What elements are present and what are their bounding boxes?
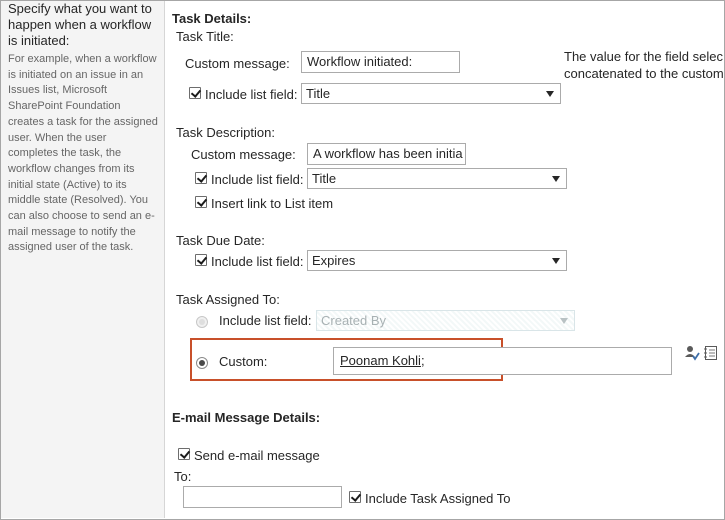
task-title-field-select[interactable]: Title (301, 83, 561, 104)
chevron-down-icon (546, 91, 554, 97)
assigned-field-value: Created By (321, 313, 387, 328)
description-panel: Specify what you want to happen when a w… (1, 1, 165, 518)
section-heading: Specify what you want to happen when a w… (8, 1, 152, 48)
assigned-custom-radio[interactable] (196, 357, 208, 369)
assigned-people-picker[interactable]: Poonam Kohli; (333, 347, 672, 375)
task-description-label: Task Description: (176, 125, 275, 140)
task-description-custom-message-input[interactable]: A workflow has been initia (307, 143, 466, 165)
resolved-user[interactable]: Poonam Kohli (340, 353, 421, 368)
to-label: To: (174, 469, 192, 484)
task-due-date-field-value: Expires (312, 253, 356, 268)
task-description-field-select[interactable]: Title (307, 168, 567, 189)
task-title-note-line1: The value for the field selec (564, 49, 723, 64)
assigned-include-label: Include list field: (219, 313, 312, 328)
task-title-custom-message-label: Custom message: (185, 56, 290, 71)
chevron-down-icon (560, 318, 568, 324)
task-title-field-value: Title (306, 86, 331, 101)
task-details-title: Task Details: (172, 11, 252, 26)
include-task-assigned-label: Include Task Assigned To (365, 491, 511, 506)
insert-link-label: Insert link to List item (211, 196, 334, 211)
assigned-include-radio[interactable] (196, 316, 208, 328)
task-title-custom-message-input[interactable]: Workflow initiated: (301, 51, 460, 73)
task-title-include-label: Include list field: (205, 87, 298, 102)
chevron-down-icon (552, 258, 560, 264)
assigned-field-select[interactable]: Created By (316, 310, 575, 331)
task-assigned-to-label: Task Assigned To: (176, 292, 280, 307)
task-title-label: Task Title: (176, 29, 234, 44)
to-input[interactable] (183, 486, 342, 508)
task-description-custom-message-label: Custom message: (191, 147, 296, 162)
address-book-icon[interactable] (703, 345, 719, 361)
send-email-label: Send e-mail message (194, 448, 320, 463)
task-description-include-label: Include list field: (211, 172, 304, 187)
assigned-custom-label: Custom: (219, 354, 268, 369)
task-description-field-value: Title (312, 171, 337, 186)
task-due-date-include-label: Include list field: (211, 254, 304, 269)
send-email-checkbox[interactable] (178, 448, 190, 460)
task-description-include-checkbox[interactable] (195, 172, 207, 184)
check-names-icon[interactable] (684, 345, 700, 361)
user-separator: ; (420, 353, 425, 368)
chevron-down-icon (552, 176, 560, 182)
include-task-assigned-checkbox[interactable] (349, 491, 361, 503)
email-details-title: E-mail Message Details: (172, 410, 321, 425)
task-title-note-line2: concatenated to the custom (564, 66, 724, 81)
insert-link-checkbox[interactable] (195, 196, 207, 208)
task-due-date-label: Task Due Date: (176, 233, 265, 248)
task-due-date-include-checkbox[interactable] (195, 254, 207, 266)
task-due-date-field-select[interactable]: Expires (307, 250, 567, 271)
task-title-include-checkbox[interactable] (189, 87, 201, 99)
section-description: For example, when a workflow is initiate… (8, 53, 158, 254)
